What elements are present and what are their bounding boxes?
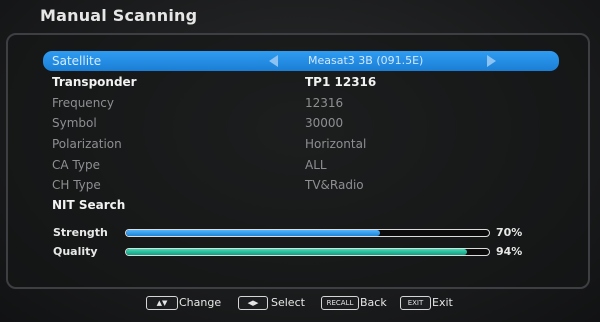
quality-meter: Quality 94% — [43, 244, 563, 260]
transponder-row[interactable]: Transponder TP1 12316 — [43, 72, 559, 92]
ca-type-row[interactable]: CA Type ALL — [43, 155, 559, 175]
quality-bar-fill — [126, 249, 468, 255]
exit-hint: Exit — [432, 296, 453, 309]
ch-type-value: TV&Radio — [305, 178, 364, 192]
quality-bar-track — [125, 248, 490, 256]
frequency-row[interactable]: Frequency 12316 — [43, 93, 559, 113]
recall-key-icon: RECALL — [321, 296, 359, 310]
back-hint: Back — [360, 296, 387, 309]
strength-meter: Strength 70% — [43, 225, 563, 241]
select-hint: Select — [271, 296, 305, 309]
key-help-bar: ▲▼ Change ◀▶ Select RECALL Back EXIT Exi… — [0, 294, 600, 312]
satellite-row[interactable]: Satellite Measat3 3B (091.5E) — [43, 51, 559, 71]
ch-type-label: CH Type — [52, 178, 101, 192]
ca-type-label: CA Type — [52, 158, 100, 172]
exit-key-icon: EXIT — [400, 296, 431, 310]
strength-bar-fill — [126, 230, 381, 236]
quality-label: Quality — [53, 245, 98, 258]
frequency-value: 12316 — [305, 96, 344, 110]
strength-label: Strength — [53, 226, 108, 239]
quality-percent: 94% — [496, 245, 523, 258]
page-title: Manual Scanning — [40, 6, 198, 25]
ch-type-row[interactable]: CH Type TV&Radio — [43, 175, 559, 195]
symbol-label: Symbol — [52, 116, 97, 130]
polarization-value: Horizontal — [305, 137, 367, 151]
symbol-row[interactable]: Symbol 30000 — [43, 113, 559, 133]
arrow-right-icon[interactable] — [487, 55, 496, 67]
arrow-left-icon[interactable] — [269, 55, 278, 67]
strength-bar-track — [125, 229, 490, 237]
satellite-label: Satellite — [52, 54, 102, 68]
strength-percent: 70% — [496, 226, 523, 239]
tv-screen: Manual Scanning Satellite Measat3 3B (09… — [0, 0, 600, 322]
ca-type-value: ALL — [305, 158, 327, 172]
left-right-key-icon: ◀▶ — [238, 296, 268, 310]
frequency-label: Frequency — [52, 96, 114, 110]
satellite-value: Measat3 3B (091.5E) — [308, 54, 424, 67]
polarization-row[interactable]: Polarization Horizontal — [43, 134, 559, 154]
transponder-value: TP1 12316 — [305, 75, 377, 89]
up-down-key-icon: ▲▼ — [146, 296, 178, 310]
symbol-value: 30000 — [305, 116, 344, 130]
nit-search-label: NIT Search — [52, 198, 126, 212]
transponder-label: Transponder — [52, 75, 137, 89]
polarization-label: Polarization — [52, 137, 122, 151]
nit-search-row[interactable]: NIT Search — [43, 195, 559, 215]
change-hint: Change — [179, 296, 222, 309]
